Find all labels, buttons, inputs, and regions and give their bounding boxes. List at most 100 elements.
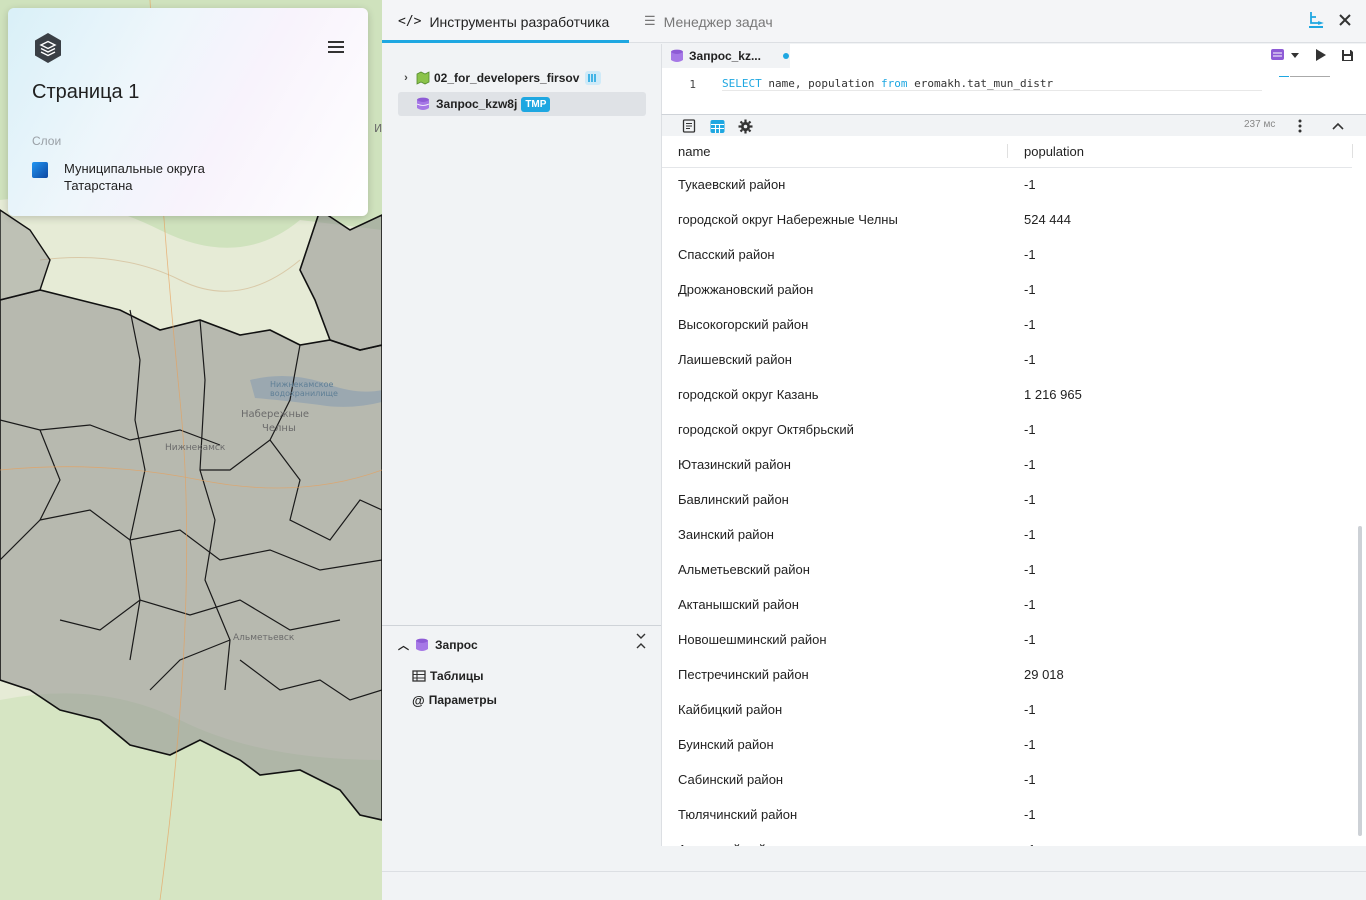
table-row[interactable]: Заинский район -1 bbox=[662, 518, 1352, 553]
cell-name[interactable]: Кайбицкий район bbox=[678, 702, 782, 717]
results-table[interactable]: name population Тукаевский район -1 городс… bbox=[661, 136, 1366, 846]
column-divider[interactable] bbox=[1007, 144, 1008, 158]
cell-name[interactable]: городской округ Казань bbox=[678, 387, 819, 402]
hamburger-menu-icon[interactable] bbox=[326, 38, 346, 56]
cell-name[interactable]: Дрожжановский район bbox=[678, 282, 813, 297]
cell-name[interactable]: Высокогорский район bbox=[678, 317, 808, 332]
tree-structure-icon[interactable] bbox=[1308, 11, 1324, 29]
cell-name[interactable]: Актанышский район bbox=[678, 597, 799, 612]
table-row[interactable]: городской округ Казань 1 216 965 bbox=[662, 378, 1352, 413]
query-item-parameters[interactable]: @ Параметры bbox=[412, 690, 497, 710]
app-logo-icon[interactable] bbox=[32, 32, 64, 64]
table-view-icon[interactable] bbox=[707, 116, 727, 136]
cell-population[interactable]: -1 bbox=[1024, 527, 1036, 542]
cell-name[interactable]: Заинский район bbox=[678, 527, 774, 542]
code-line[interactable]: 1 SELECT name, population from eromakh.t… bbox=[662, 74, 1262, 94]
table-row[interactable]: Актанышский район -1 bbox=[662, 588, 1352, 623]
results-toolbar: 237 мс bbox=[661, 114, 1366, 136]
table-row[interactable]: Тукаевский район -1 bbox=[662, 168, 1352, 203]
cell-name[interactable]: Новошешминский район bbox=[678, 632, 827, 647]
cell-name[interactable]: Альметьевский район bbox=[678, 562, 810, 577]
line-number: 1 bbox=[689, 77, 696, 91]
cell-name[interactable]: городской округ Октябрьский bbox=[678, 422, 854, 437]
cell-population[interactable]: -1 bbox=[1024, 702, 1036, 717]
cell-population[interactable]: -1 bbox=[1024, 737, 1036, 752]
layer-item[interactable]: Муниципальные округа Татарстана bbox=[32, 160, 332, 194]
cell-name[interactable]: Ютазинский район bbox=[678, 457, 791, 472]
column-header-population[interactable]: population bbox=[1024, 144, 1084, 159]
column-header-name[interactable]: name bbox=[678, 144, 711, 159]
table-row[interactable]: Буинский район -1 bbox=[662, 728, 1352, 763]
run-icon[interactable] bbox=[1315, 48, 1327, 62]
cell-population[interactable]: -1 bbox=[1024, 352, 1036, 367]
cell-name[interactable]: Лаишевский район bbox=[678, 352, 792, 367]
cell-population[interactable]: -1 bbox=[1024, 177, 1036, 192]
cell-population[interactable]: -1 bbox=[1024, 842, 1036, 846]
table-icon bbox=[412, 670, 426, 682]
cell-population[interactable]: 29 018 bbox=[1024, 667, 1064, 682]
table-row[interactable]: Дрожжановский район -1 bbox=[662, 273, 1352, 308]
cell-name[interactable]: Пестречинский район bbox=[678, 667, 809, 682]
vertical-scrollbar[interactable] bbox=[1358, 526, 1362, 836]
table-row[interactable]: Высокогорский район -1 bbox=[662, 308, 1352, 343]
cell-name[interactable]: городской округ Набережные Челны bbox=[678, 212, 898, 227]
cell-name[interactable]: Спасский район bbox=[678, 247, 775, 262]
cell-name[interactable]: Сабинский район bbox=[678, 772, 783, 787]
text-view-icon[interactable] bbox=[679, 116, 699, 136]
tab-developer-tools[interactable]: </> Инструменты разработчика bbox=[398, 0, 609, 43]
map-label-city: Челны bbox=[262, 423, 296, 434]
cell-population[interactable]: -1 bbox=[1024, 632, 1036, 647]
sql-code[interactable]: SELECT name, population from eromakh.tat… bbox=[722, 77, 1262, 91]
tab-task-manager[interactable]: ☰ Менеджер задач bbox=[644, 0, 773, 43]
cell-population[interactable]: -1 bbox=[1024, 492, 1036, 507]
cell-population[interactable]: -1 bbox=[1024, 282, 1036, 297]
table-row[interactable]: городской округ Октябрьский -1 bbox=[662, 413, 1352, 448]
column-divider[interactable] bbox=[1352, 144, 1353, 158]
sql-mode-dropdown[interactable] bbox=[1271, 48, 1301, 62]
cell-population[interactable]: -1 bbox=[1024, 247, 1036, 262]
cell-population[interactable]: 1 216 965 bbox=[1024, 387, 1082, 402]
code-minimap[interactable] bbox=[1279, 74, 1334, 80]
table-row[interactable]: Кайбицкий район -1 bbox=[662, 693, 1352, 728]
cell-name[interactable]: Агрызский район bbox=[678, 842, 780, 846]
chevron-right-icon[interactable]: › bbox=[398, 72, 414, 84]
cell-population[interactable]: -1 bbox=[1024, 457, 1036, 472]
cell-population[interactable]: -1 bbox=[1024, 772, 1036, 787]
save-icon[interactable] bbox=[1341, 49, 1354, 62]
editor-file-tab[interactable]: Запрос_kz... bbox=[662, 44, 790, 68]
table-row[interactable]: городской округ Набережные Челны 524 444 bbox=[662, 203, 1352, 238]
editor-tab-label: Запрос_kz... bbox=[689, 49, 761, 63]
table-row[interactable]: Спасский район -1 bbox=[662, 238, 1352, 273]
cell-population[interactable]: 524 444 bbox=[1024, 212, 1071, 227]
table-row[interactable]: Пестречинский район 29 018 bbox=[662, 658, 1352, 693]
sql-editor[interactable]: Запрос_kz... 1 SELECT name, population f… bbox=[661, 44, 1366, 114]
table-row[interactable]: Тюлячинский район -1 bbox=[662, 798, 1352, 833]
cell-population[interactable]: -1 bbox=[1024, 807, 1036, 822]
chevron-up-icon[interactable] bbox=[1328, 116, 1348, 136]
query-item-tables[interactable]: Таблицы bbox=[412, 666, 483, 686]
table-row[interactable]: Агрызский район -1 bbox=[662, 833, 1352, 846]
table-row[interactable]: Лаишевский район -1 bbox=[662, 343, 1352, 378]
cell-population[interactable]: -1 bbox=[1024, 317, 1036, 332]
chevron-up-icon[interactable]: ︿ bbox=[398, 637, 409, 653]
query-panel-header[interactable]: ︿ Запрос bbox=[398, 634, 478, 656]
collapse-icon[interactable] bbox=[634, 632, 648, 652]
cell-population[interactable]: -1 bbox=[1024, 597, 1036, 612]
cell-name[interactable]: Тукаевский район bbox=[678, 177, 785, 192]
cell-name[interactable]: Бавлинский район bbox=[678, 492, 789, 507]
cell-name[interactable]: Тюлячинский район bbox=[678, 807, 797, 822]
table-row[interactable]: Альметьевский район -1 bbox=[662, 553, 1352, 588]
tree-item-query[interactable]: Запрос_kzw8j TMP bbox=[398, 92, 646, 116]
tree-item-label: 02_for_developers_firsov bbox=[434, 71, 580, 85]
cell-population[interactable]: -1 bbox=[1024, 422, 1036, 437]
close-icon[interactable] bbox=[1338, 13, 1352, 27]
more-vertical-icon[interactable] bbox=[1290, 116, 1310, 136]
cell-name[interactable]: Буинский район bbox=[678, 737, 774, 752]
table-row[interactable]: Новошешминский район -1 bbox=[662, 623, 1352, 658]
settings-gear-icon[interactable] bbox=[735, 116, 755, 136]
cell-population[interactable]: -1 bbox=[1024, 562, 1036, 577]
table-row[interactable]: Ютазинский район -1 bbox=[662, 448, 1352, 483]
table-row[interactable]: Сабинский район -1 bbox=[662, 763, 1352, 798]
tree-item-project[interactable]: › 02_for_developers_firsov bbox=[398, 66, 646, 90]
table-row[interactable]: Бавлинский район -1 bbox=[662, 483, 1352, 518]
